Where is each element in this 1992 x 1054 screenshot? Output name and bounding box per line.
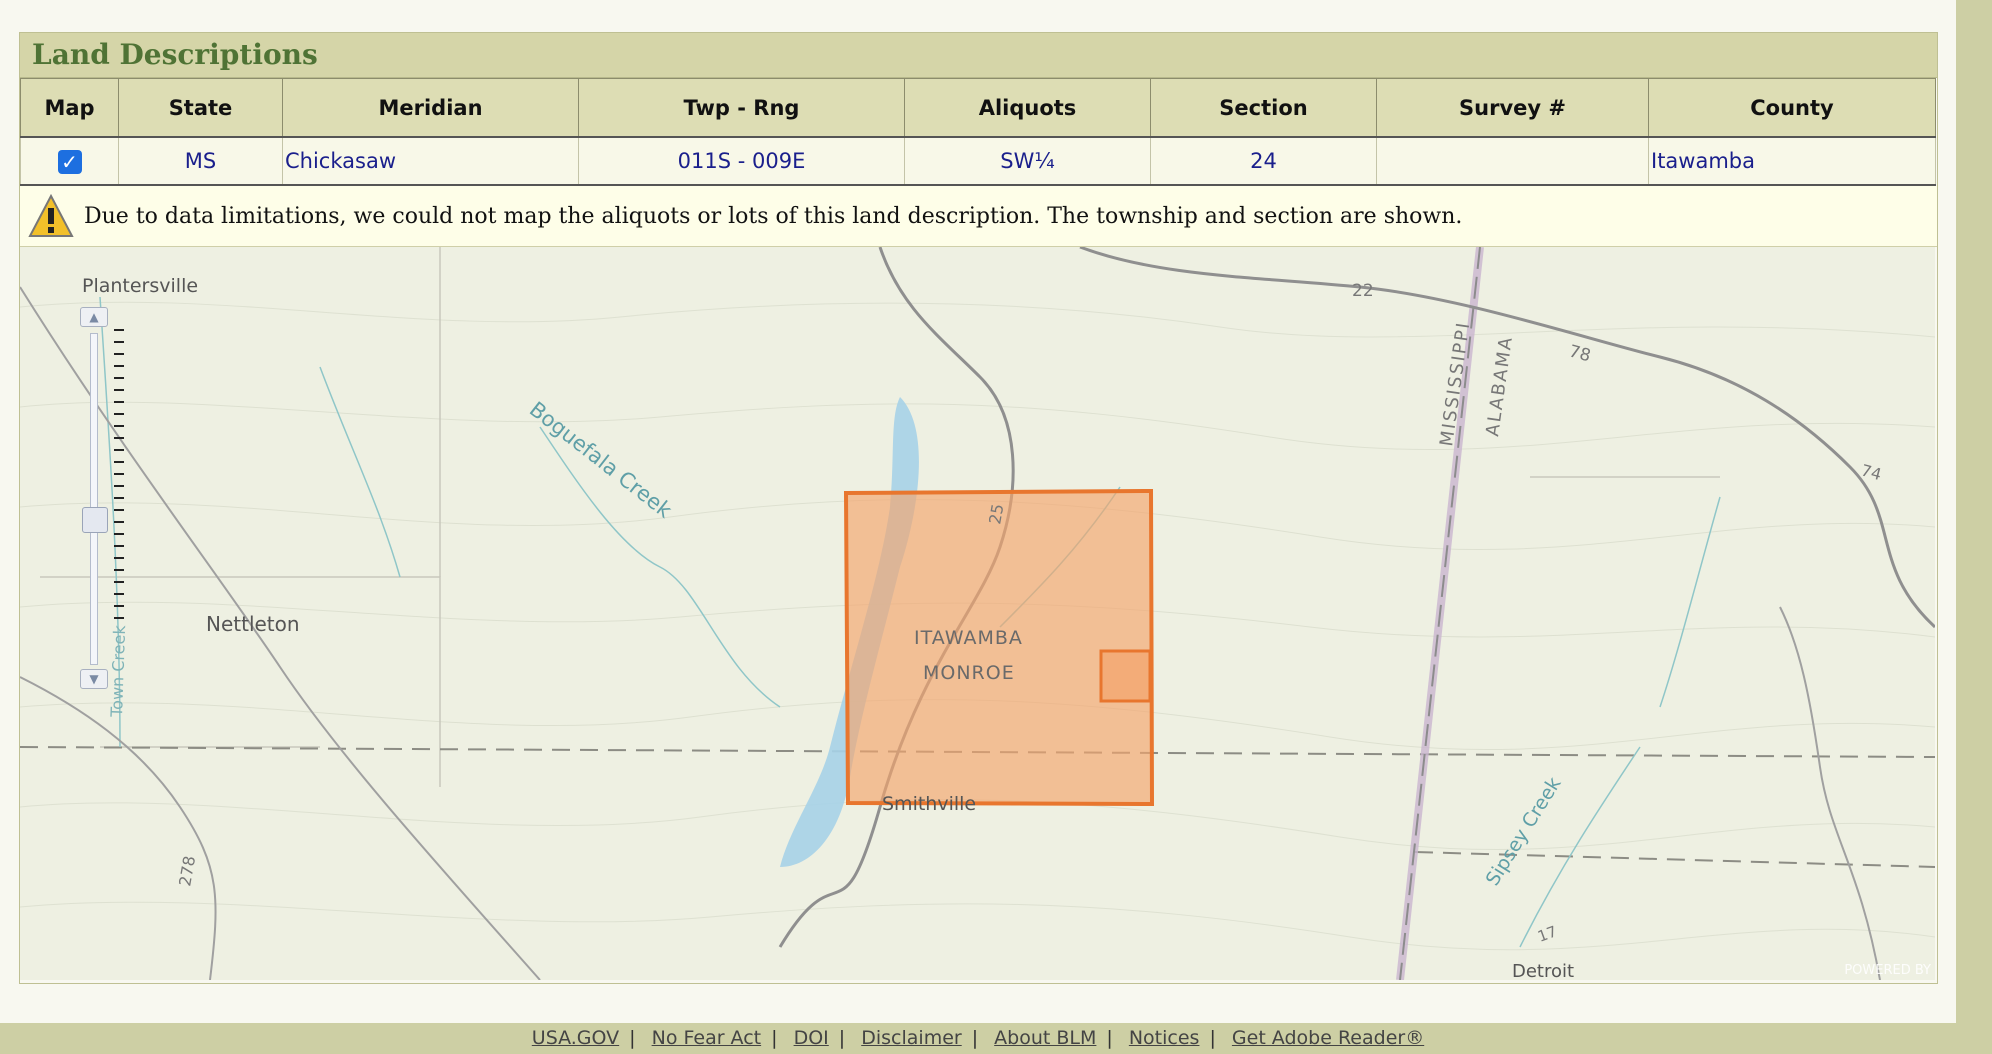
powered-by-label: POWERED BY xyxy=(1844,963,1931,978)
warning-triangle-icon xyxy=(28,194,74,237)
warning-text: Due to data limitations, we could not ma… xyxy=(84,203,1463,229)
meridian-cell: Chickasaw xyxy=(282,136,579,186)
col-header-state[interactable]: State xyxy=(118,78,283,138)
sipsey-creek-label: Sipsey Creek xyxy=(1482,773,1566,889)
monroe-county-label: MONROE xyxy=(923,662,1015,684)
county-cell: Itawamba xyxy=(1648,136,1936,186)
col-header-map[interactable]: Map xyxy=(20,78,119,138)
table-header-row: Map State Meridian Twp - Rng Aliquots Se… xyxy=(20,78,1936,138)
town-creek-label: Town Creek xyxy=(107,624,129,718)
col-header-survey[interactable]: Survey # xyxy=(1376,78,1649,138)
right-margin-bar xyxy=(1956,0,1992,1054)
col-header-county[interactable]: County xyxy=(1648,78,1936,138)
map-view[interactable]: 22 78 74 25 278 17 Plantersville Nettlet… xyxy=(20,247,1935,980)
zoom-thumb[interactable] xyxy=(82,507,108,533)
footer-link-no-fear-act[interactable]: No Fear Act xyxy=(652,1027,762,1049)
route-78-label: 78 xyxy=(1567,342,1593,367)
footer-link-about-blm[interactable]: About BLM xyxy=(994,1027,1096,1049)
alabama-state-label: ALABAMA xyxy=(1482,334,1517,438)
itawamba-county-label: ITAWAMBA xyxy=(914,627,1023,649)
zoom-track[interactable] xyxy=(90,333,98,665)
map-canvas[interactable]: 22 78 74 25 278 17 Plantersville Nettlet… xyxy=(20,247,1935,980)
route-17-label: 17 xyxy=(1535,922,1559,945)
smithville-label: Smithville xyxy=(882,793,976,815)
route-25-label: 25 xyxy=(985,502,1007,525)
col-header-section[interactable]: Section xyxy=(1150,78,1377,138)
map-checkbox[interactable]: ✓ xyxy=(57,149,82,174)
survey-cell xyxy=(1376,136,1649,186)
zoom-slider[interactable]: ▲ ▼ xyxy=(80,307,124,689)
data-limitation-warning: Due to data limitations, we could not ma… xyxy=(20,186,1937,247)
nettleton-label: Nettleton xyxy=(206,612,300,636)
footer-links: USA.GOV | No Fear Act | DOI | Disclaimer | A… xyxy=(531,1027,1425,1049)
zoom-tick-marks xyxy=(114,329,124,629)
aliquots-cell: SW¼ xyxy=(904,136,1151,186)
col-header-meridian[interactable]: Meridian xyxy=(282,78,579,138)
footer-link-disclaimer[interactable]: Disclaimer xyxy=(861,1027,961,1049)
zoom-in-button[interactable]: ▲ xyxy=(80,307,108,327)
state-cell: MS xyxy=(118,136,283,186)
map-cell: ✓ xyxy=(20,136,119,186)
land-descriptions-table: Map State Meridian Twp - Rng Aliquots Se… xyxy=(20,78,1936,186)
col-header-twp-rng[interactable]: Twp - Rng xyxy=(578,78,905,138)
footer-link-adobe-reader[interactable]: Get Adobe Reader® xyxy=(1232,1027,1424,1049)
table-row: ✓ MS Chickasaw 011S - 009E SW¼ 24 Itawam… xyxy=(20,136,1936,186)
boguefala-creek-label: Boguefala Creek xyxy=(525,397,677,523)
land-descriptions-panel: Land Descriptions Map State Meridian Twp… xyxy=(19,32,1938,984)
plantersville-label: Plantersville xyxy=(82,275,198,297)
panel-title: Land Descriptions xyxy=(20,33,1937,78)
zoom-out-button[interactable]: ▼ xyxy=(80,669,108,689)
section-cell: 24 xyxy=(1150,136,1377,186)
col-header-aliquots[interactable]: Aliquots xyxy=(904,78,1151,138)
footer-link-doi[interactable]: DOI xyxy=(794,1027,829,1049)
route-22-label: 22 xyxy=(1352,281,1374,301)
route-278-label: 278 xyxy=(175,854,199,887)
twp-rng-cell: 011S - 009E xyxy=(578,136,905,186)
footer-link-notices[interactable]: Notices xyxy=(1129,1027,1200,1049)
detroit-label: Detroit xyxy=(1512,961,1574,980)
footer-link-usa-gov[interactable]: USA.GOV xyxy=(532,1027,619,1049)
